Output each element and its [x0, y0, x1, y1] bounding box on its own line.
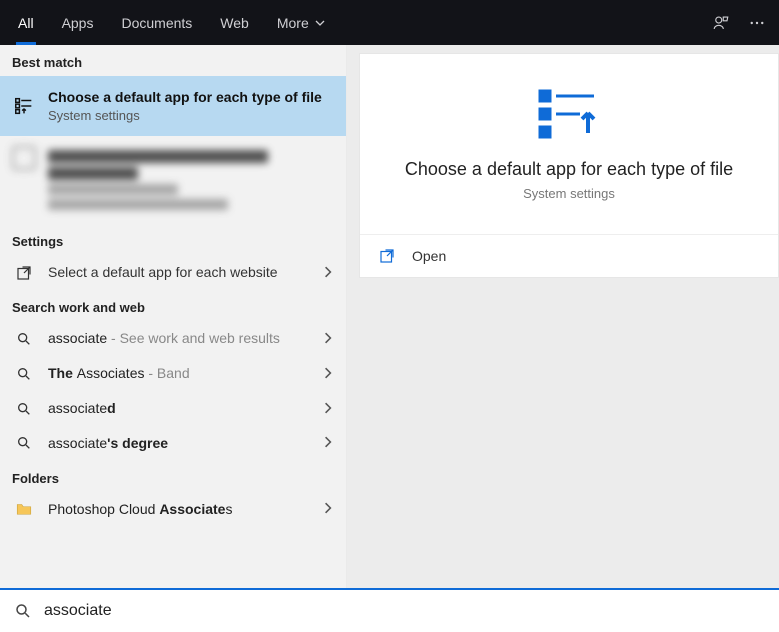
tab-label: Documents — [121, 15, 192, 31]
group-settings: Settings — [0, 224, 346, 255]
open-external-icon — [378, 247, 396, 265]
top-bar: All Apps Documents Web More — [0, 0, 779, 45]
result-title: Choose a default app for each type of fi… — [48, 88, 334, 107]
tab-apps[interactable]: Apps — [48, 0, 108, 45]
group-best-match: Best match — [0, 45, 346, 76]
open-action[interactable]: Open — [360, 234, 778, 277]
folder-result[interactable]: Photoshop Cloud Associates — [0, 492, 346, 527]
open-label: Open — [412, 248, 446, 264]
best-match-result[interactable]: Choose a default app for each type of fi… — [0, 76, 346, 136]
tab-label: Web — [220, 15, 249, 31]
chevron-down-icon — [315, 15, 325, 31]
search-icon — [14, 602, 32, 620]
chevron-right-icon — [322, 366, 334, 382]
group-search-work-web: Search work and web — [0, 290, 346, 321]
tab-label: More — [277, 15, 309, 31]
group-folders: Folders — [0, 461, 346, 492]
open-external-icon — [12, 264, 36, 282]
chevron-right-icon — [322, 435, 334, 451]
search-tabs: All Apps Documents Web More — [4, 0, 339, 45]
search-bar[interactable] — [0, 588, 779, 632]
main-area: Best match Choose a default app for each… — [0, 45, 779, 588]
search-icon — [12, 435, 36, 451]
more-options-icon[interactable] — [739, 14, 775, 32]
web-result[interactable]: associate - See work and web results — [0, 321, 346, 356]
chevron-right-icon — [322, 501, 334, 517]
search-icon — [12, 331, 36, 347]
tab-label: Apps — [62, 15, 94, 31]
settings-list-icon — [12, 95, 36, 117]
preview-panel: Choose a default app for each type of fi… — [347, 45, 779, 588]
result-title: Select a default app for each website — [48, 263, 322, 282]
tab-more[interactable]: More — [263, 0, 339, 45]
search-input[interactable] — [44, 602, 765, 620]
preview-hero: Choose a default app for each type of fi… — [360, 54, 778, 234]
result-subtitle: System settings — [48, 107, 334, 125]
search-icon — [12, 401, 36, 417]
tab-web[interactable]: Web — [206, 0, 263, 45]
web-result[interactable]: associate's degree — [0, 426, 346, 461]
chevron-right-icon — [322, 401, 334, 417]
preview-subtitle: System settings — [523, 186, 615, 201]
search-icon — [12, 366, 36, 382]
results-panel: Best match Choose a default app for each… — [0, 45, 347, 588]
feedback-icon[interactable] — [703, 14, 739, 32]
tab-label: All — [18, 15, 34, 31]
tab-all[interactable]: All — [4, 0, 48, 45]
preview-card: Choose a default app for each type of fi… — [359, 53, 779, 278]
chevron-right-icon — [322, 265, 334, 281]
chevron-right-icon — [322, 331, 334, 347]
blurred-result[interactable] — [0, 136, 346, 224]
tab-documents[interactable]: Documents — [107, 0, 206, 45]
settings-result[interactable]: Select a default app for each website — [0, 255, 346, 290]
preview-title: Choose a default app for each type of fi… — [405, 159, 733, 180]
settings-list-icon — [534, 87, 604, 143]
web-result[interactable]: associated — [0, 391, 346, 426]
web-result[interactable]: The Associates - Band — [0, 356, 346, 391]
folder-icon — [12, 500, 36, 518]
